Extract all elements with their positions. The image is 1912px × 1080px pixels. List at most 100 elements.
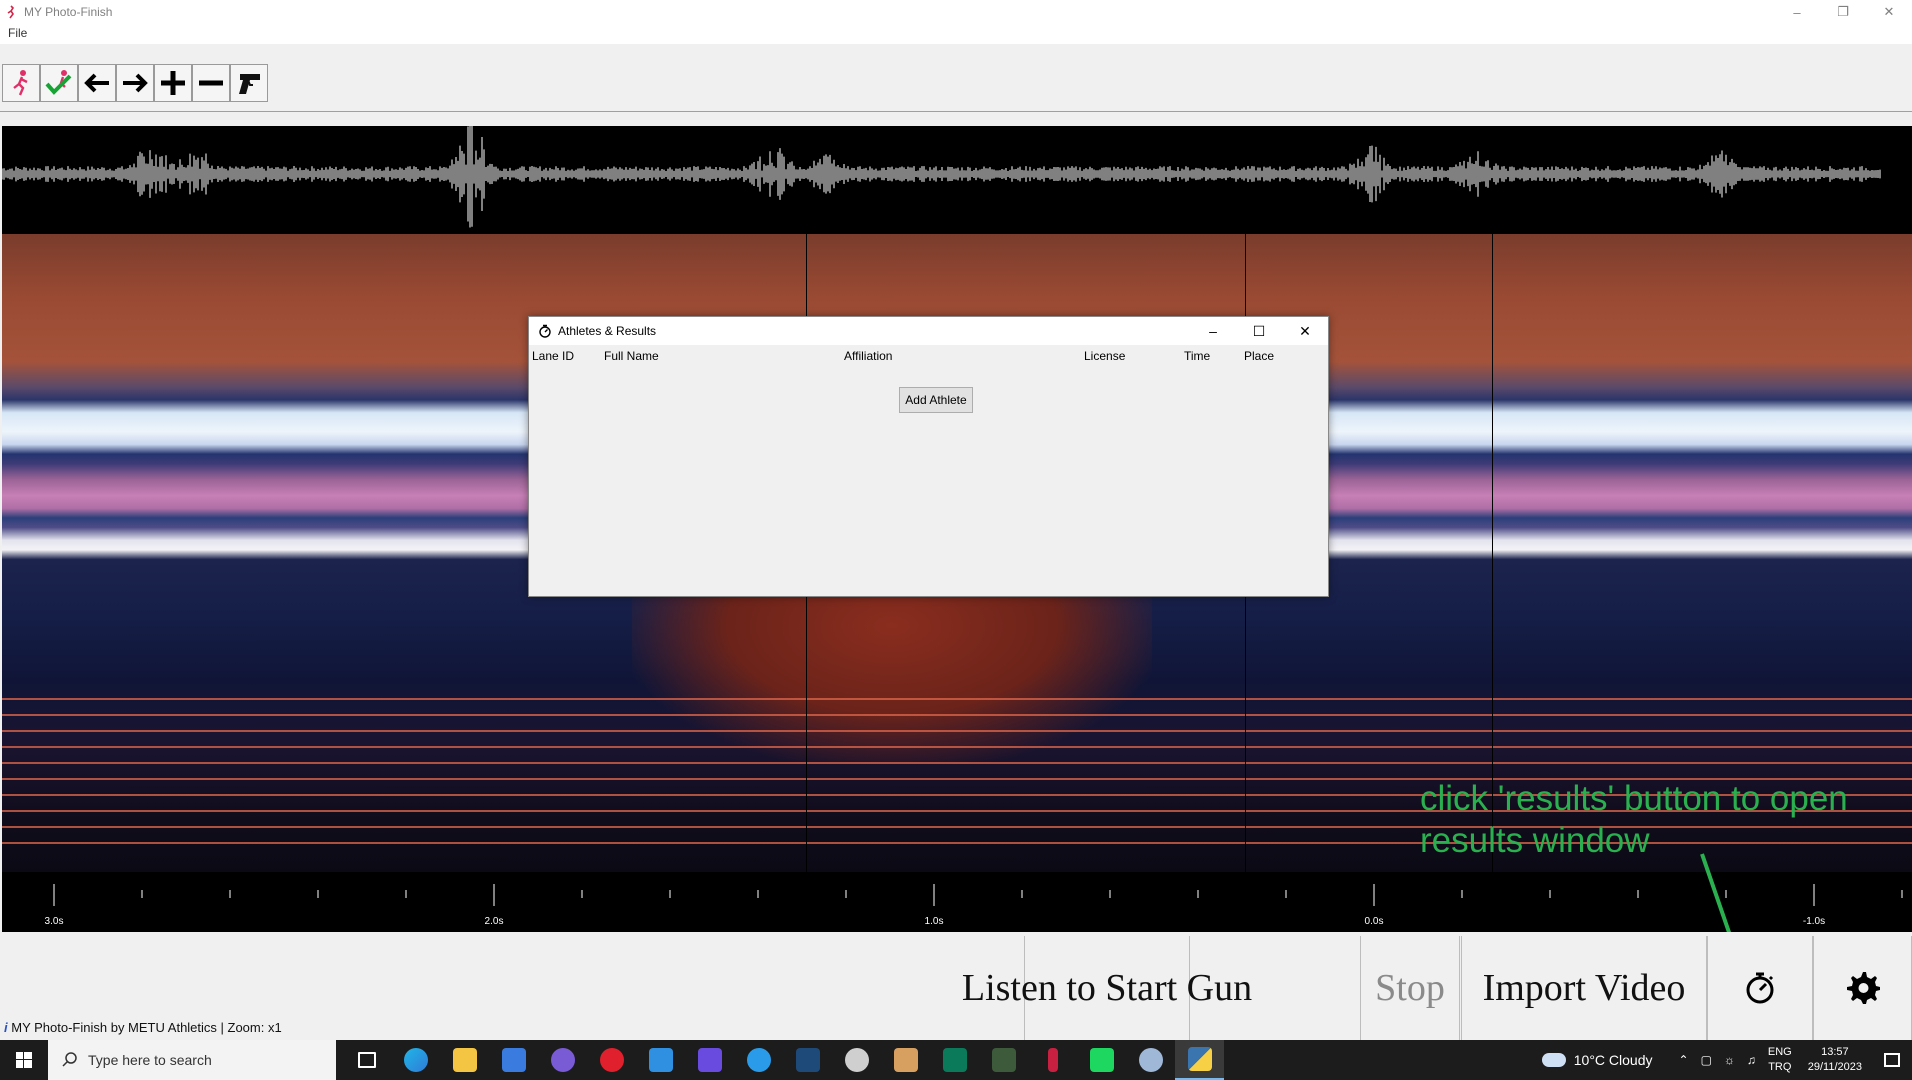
column-affiliation: Affiliation — [844, 349, 893, 363]
notification-button[interactable] — [1872, 1053, 1912, 1067]
search-icon — [62, 1052, 77, 1067]
cloud-icon — [1541, 1053, 1566, 1067]
listen-start-gun-button[interactable]: Listen to Start Gun — [962, 936, 1252, 1040]
toolbar — [0, 44, 1912, 112]
restore-button[interactable]: ❐ — [1820, 0, 1866, 24]
column-time: Time — [1184, 349, 1211, 363]
arrow-right-icon — [123, 73, 148, 93]
menu-bar: File — [0, 24, 1912, 44]
status-bar: i MY Photo-Finish by METU Athletics | Zo… — [4, 1020, 282, 1035]
weather-text: 10°C Cloudy — [1573, 1052, 1653, 1068]
add-athlete-button[interactable]: Add Athlete — [899, 387, 973, 413]
control-bar: Listen to Start Gun Stop Import Video — [0, 932, 1912, 1040]
results-table-header: Lane ID Full Name Affiliation License Ti… — [529, 345, 1328, 367]
starter-gun-button[interactable] — [230, 64, 268, 102]
tick-label: -1.0s — [1803, 916, 1825, 927]
opera-icon[interactable] — [587, 1040, 636, 1080]
title-bar: MY Photo-Finish – ❐ ✕ — [0, 0, 1912, 24]
stopwatch-icon — [539, 324, 551, 338]
results-button[interactable] — [1707, 936, 1813, 1040]
stop-button[interactable]: Stop — [1360, 936, 1460, 1040]
close-icon: ✕ — [1883, 4, 1895, 19]
taskbar: Type here to search 10°C Cloudy ⌃ ▢ ☼ ♫ … — [0, 1040, 1912, 1080]
minimize-button[interactable]: – — [1774, 0, 1820, 24]
system-tray: 10°C Cloudy ⌃ ▢ ☼ ♫ ENG TRQ 13:57 29/11/… — [1541, 1040, 1912, 1080]
windows-logo-icon — [16, 1052, 32, 1068]
column-license: License — [1084, 349, 1126, 363]
notification-icon — [1884, 1053, 1900, 1067]
runner-check-button[interactable] — [40, 64, 78, 102]
dialog-maximize-button[interactable]: ☐ — [1236, 317, 1282, 345]
app-compass-icon[interactable] — [734, 1040, 783, 1080]
edge-icon[interactable] — [391, 1040, 440, 1080]
tick-label: 1.0s — [925, 916, 944, 927]
publisher-icon[interactable] — [930, 1040, 979, 1080]
timeline-axis: 3.0s 2.0s 1.0s 0.0s -1.0s — [2, 872, 1912, 932]
next-button[interactable] — [116, 64, 154, 102]
taskbar-search[interactable]: Type here to search — [48, 1040, 336, 1080]
app-clapper-icon[interactable] — [881, 1040, 930, 1080]
volume-icon[interactable]: ♫ — [1747, 1053, 1756, 1067]
tick-label: 3.0s — [45, 916, 64, 927]
minimize-icon: – — [1209, 323, 1217, 339]
app-circle-icon[interactable] — [538, 1040, 587, 1080]
athletes-results-dialog: Athletes & Results – ☐ ✕ Lane ID Full Na… — [528, 316, 1329, 597]
waveform-path — [1, 120, 1881, 228]
maximize-icon: ☐ — [1252, 322, 1266, 339]
network-icon[interactable]: ☼ — [1724, 1053, 1735, 1067]
clock-date: 29/11/2023 — [1807, 1061, 1862, 1073]
tick-label: 2.0s — [485, 916, 504, 927]
runner-check-icon — [45, 70, 72, 95]
chevron-up-icon[interactable]: ⌃ — [1679, 1053, 1689, 1067]
column-full-name: Full Name — [604, 349, 659, 363]
dialog-title-bar: Athletes & Results – ☐ ✕ — [529, 317, 1328, 345]
app-wave-icon[interactable] — [783, 1040, 832, 1080]
menu-file[interactable]: File — [8, 26, 27, 40]
weather-widget[interactable]: 10°C Cloudy — [1541, 1052, 1653, 1068]
tray-app-icon[interactable]: ▢ — [1701, 1053, 1712, 1067]
dialog-minimize-button[interactable]: – — [1190, 317, 1236, 345]
settings-button[interactable] — [1813, 936, 1912, 1040]
close-icon: ✕ — [1299, 322, 1311, 339]
app-globe-icon[interactable] — [1126, 1040, 1175, 1080]
runner-button[interactable] — [2, 64, 40, 102]
start-button[interactable] — [0, 1040, 48, 1080]
arrow-left-icon — [84, 73, 109, 93]
time-marker-line[interactable] — [1492, 234, 1493, 872]
restore-icon: ❐ — [1837, 4, 1849, 19]
column-lane-id: Lane ID — [532, 349, 575, 363]
close-button[interactable]: ✕ — [1866, 0, 1912, 24]
tick-label: 0.0s — [1365, 916, 1384, 927]
starter-gun-icon — [239, 74, 260, 94]
app-hexagon-icon[interactable] — [685, 1040, 734, 1080]
import-label: Import Video — [1482, 967, 1686, 1009]
status-text: MY Photo-Finish by METU Athletics | Zoom… — [11, 1020, 282, 1035]
app-ball-icon[interactable] — [832, 1040, 881, 1080]
task-view-icon[interactable] — [342, 1040, 391, 1080]
clock[interactable]: 13:57 29/11/2023 — [1808, 1045, 1862, 1075]
pycharm-icon[interactable] — [1077, 1040, 1126, 1080]
previous-button[interactable] — [78, 64, 116, 102]
dialog-title: Athletes & Results — [558, 324, 657, 338]
python-icon[interactable] — [1175, 1040, 1224, 1080]
app-runner-icon — [7, 5, 15, 19]
import-video-button[interactable]: Import Video — [1461, 936, 1707, 1040]
zoom-in-button[interactable] — [154, 64, 192, 102]
minus-icon — [199, 80, 223, 86]
window-title: MY Photo-Finish — [24, 5, 113, 19]
file-explorer-icon[interactable] — [440, 1040, 489, 1080]
app-bird-icon[interactable] — [979, 1040, 1028, 1080]
language-indicator[interactable]: ENG TRQ — [1768, 1045, 1792, 1075]
audio-waveform — [1, 120, 1912, 234]
minimize-icon: – — [1793, 4, 1801, 20]
gear-icon — [1846, 972, 1880, 1004]
listen-label: Listen to Start Gun — [961, 967, 1253, 1009]
store-icon[interactable] — [489, 1040, 538, 1080]
search-placeholder: Type here to search — [88, 1052, 212, 1068]
stop-label: Stop — [1375, 967, 1445, 1009]
mail-icon[interactable] — [636, 1040, 685, 1080]
stopwatch-icon — [1746, 972, 1774, 1004]
zoom-out-button[interactable] — [192, 64, 230, 102]
photo-finish-taskbar-icon[interactable] — [1028, 1040, 1077, 1080]
dialog-close-button[interactable]: ✕ — [1282, 317, 1328, 345]
